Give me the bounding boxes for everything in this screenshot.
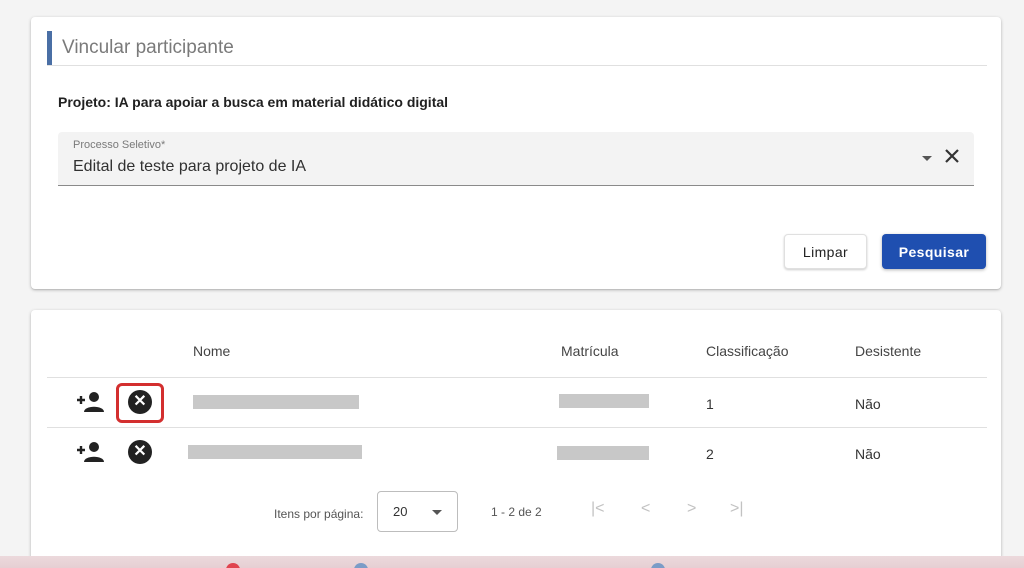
matricula-redacted bbox=[559, 394, 649, 408]
projeto-value: IA para apoiar a busca em material didát… bbox=[114, 94, 449, 110]
classificacao-cell: 1 bbox=[706, 396, 714, 412]
header-nome: Nome bbox=[193, 343, 231, 359]
header-desistente: Desistente bbox=[855, 343, 922, 359]
items-per-page-label: Itens por página: bbox=[274, 507, 364, 521]
desistente-cell: Não bbox=[855, 396, 881, 412]
title-divider bbox=[47, 65, 987, 66]
pagination-range: 1 - 2 de 2 bbox=[491, 505, 542, 519]
header-classificacao: Classificação bbox=[706, 343, 789, 359]
items-per-page-select[interactable]: 20 bbox=[377, 491, 458, 532]
chevron-down-icon[interactable] bbox=[922, 156, 932, 161]
header-divider bbox=[47, 377, 987, 378]
desistente-cell: Não bbox=[855, 446, 881, 462]
row-divider bbox=[47, 427, 987, 428]
vincular-participante-card: Vincular participante Projeto: IA para a… bbox=[31, 17, 1001, 289]
section-title: Vincular participante bbox=[47, 31, 987, 65]
taskbar bbox=[0, 556, 1024, 568]
prev-page-icon[interactable]: < bbox=[641, 500, 650, 518]
nome-redacted bbox=[193, 395, 359, 409]
close-icon[interactable] bbox=[942, 146, 962, 166]
projeto-label: Projeto: bbox=[58, 94, 111, 110]
participantes-table-card: Nome Matrícula Classificação Desistente … bbox=[31, 310, 1001, 560]
processo-seletivo-value: Edital de teste para projeto de IA bbox=[73, 158, 307, 175]
pesquisar-button[interactable]: Pesquisar bbox=[882, 234, 986, 269]
cancel-icon[interactable]: ✕ bbox=[128, 440, 152, 464]
matricula-redacted bbox=[557, 446, 649, 460]
person-add-icon[interactable] bbox=[76, 391, 104, 413]
cancel-icon[interactable]: ✕ bbox=[128, 390, 152, 414]
classificacao-cell: 2 bbox=[706, 446, 714, 462]
processo-seletivo-label: Processo Seletivo* bbox=[73, 139, 166, 151]
processo-seletivo-select[interactable]: Processo Seletivo* Edital de teste para … bbox=[58, 132, 974, 186]
next-page-icon[interactable]: > bbox=[687, 500, 696, 518]
projeto-info: Projeto: IA para apoiar a busca em mater… bbox=[58, 94, 448, 110]
header-matricula: Matrícula bbox=[561, 343, 619, 359]
first-page-icon[interactable]: |< bbox=[591, 500, 605, 518]
nome-redacted bbox=[188, 445, 362, 459]
last-page-icon[interactable]: >| bbox=[730, 500, 744, 518]
chevron-down-icon[interactable] bbox=[432, 510, 442, 515]
person-add-icon[interactable] bbox=[76, 441, 104, 463]
items-per-page-value: 20 bbox=[393, 504, 408, 519]
limpar-button[interactable]: Limpar bbox=[784, 234, 867, 269]
